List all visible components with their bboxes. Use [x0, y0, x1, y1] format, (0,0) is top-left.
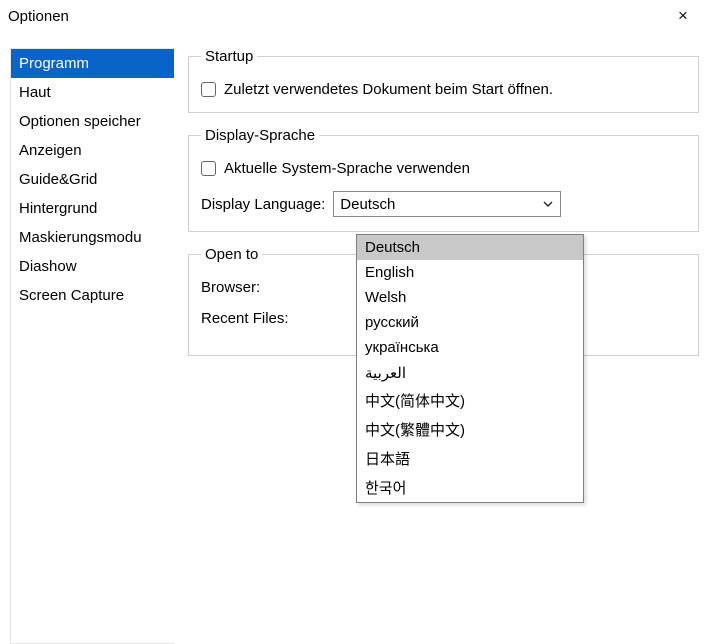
- language-option-chinese-traditional[interactable]: 中文(繁體中文): [357, 415, 583, 444]
- language-option-arabic[interactable]: العربية: [357, 360, 583, 386]
- sidebar-item-label: Diashow: [19, 258, 77, 275]
- use-system-language-checkbox[interactable]: [201, 161, 216, 176]
- language-option-label: 中文(简体中文): [365, 393, 465, 410]
- startup-group: Startup Zuletzt verwendetes Dokument bei…: [188, 48, 699, 113]
- sidebar-item-diashow[interactable]: Diashow: [11, 252, 174, 281]
- language-option-label: русский: [365, 314, 419, 331]
- sidebar-item-anzeigen[interactable]: Anzeigen: [11, 136, 174, 165]
- language-option-deutsch[interactable]: Deutsch: [357, 235, 583, 260]
- sidebar-item-label: Anzeigen: [19, 142, 82, 159]
- sidebar-item-label: Hintergrund: [19, 200, 97, 217]
- language-option-welsh[interactable]: Welsh: [357, 285, 583, 310]
- sidebar-item-guide-grid[interactable]: Guide&Grid: [11, 165, 174, 194]
- sidebar-item-hintergrund[interactable]: Hintergrund: [11, 194, 174, 223]
- language-option-chinese-simplified[interactable]: 中文(简体中文): [357, 386, 583, 415]
- sidebar-item-label: Maskierungsmodu: [19, 229, 142, 246]
- open-to-legend: Open to: [201, 246, 262, 263]
- sidebar-item-label: Screen Capture: [19, 287, 124, 304]
- display-language-selected-value: Deutsch: [340, 196, 542, 213]
- language-option-label: Deutsch: [365, 239, 420, 256]
- open-last-checkbox[interactable]: [201, 82, 216, 97]
- sidebar-item-screen-capture[interactable]: Screen Capture: [11, 281, 174, 310]
- sidebar-item-label: Haut: [19, 84, 51, 101]
- language-option-ukrainian[interactable]: українська: [357, 335, 583, 360]
- language-option-label: العربية: [365, 365, 406, 382]
- startup-legend: Startup: [201, 48, 257, 65]
- sidebar-item-maskierungsmodu[interactable]: Maskierungsmodu: [11, 223, 174, 252]
- chevron-down-icon: [542, 198, 554, 210]
- language-option-english[interactable]: English: [357, 260, 583, 285]
- options-sidebar: Programm Haut Optionen speicher Anzeigen…: [10, 48, 174, 644]
- sidebar-item-label: Guide&Grid: [19, 171, 97, 188]
- display-language-label: Display Language:: [201, 196, 325, 213]
- titlebar: Optionen ×: [0, 0, 709, 32]
- sidebar-item-label: Programm: [19, 55, 89, 72]
- window-title: Optionen: [8, 8, 663, 25]
- display-language-group: Display-Sprache Aktuelle System-Sprache …: [188, 127, 699, 232]
- open-last-row: Zuletzt verwendetes Dokument beim Start …: [201, 81, 686, 98]
- language-option-label: 한국어: [365, 480, 406, 497]
- close-icon[interactable]: ×: [663, 6, 703, 26]
- use-system-language-label: Aktuelle System-Sprache verwenden: [224, 160, 470, 177]
- language-option-label: English: [365, 264, 414, 281]
- sidebar-item-haut[interactable]: Haut: [11, 78, 174, 107]
- display-language-dropdown[interactable]: Deutsch English Welsh русский українська…: [356, 234, 584, 503]
- display-language-combobox[interactable]: Deutsch: [333, 191, 561, 217]
- language-option-label: Welsh: [365, 289, 406, 306]
- language-option-russian[interactable]: русский: [357, 310, 583, 335]
- sidebar-item-optionen-speicher[interactable]: Optionen speicher: [11, 107, 174, 136]
- language-option-japanese[interactable]: 日本語: [357, 444, 583, 473]
- display-language-row: Display Language: Deutsch: [201, 191, 686, 217]
- use-system-row: Aktuelle System-Sprache verwenden: [201, 160, 686, 177]
- language-option-korean[interactable]: 한국어: [357, 473, 583, 502]
- language-option-label: 中文(繁體中文): [365, 422, 465, 439]
- language-option-label: українська: [365, 339, 439, 356]
- open-last-label: Zuletzt verwendetes Dokument beim Start …: [224, 81, 553, 98]
- sidebar-item-programm[interactable]: Programm: [11, 49, 174, 78]
- sidebar-item-label: Optionen speicher: [19, 113, 141, 130]
- language-option-label: 日本語: [365, 451, 410, 468]
- dialog-body: Programm Haut Optionen speicher Anzeigen…: [0, 32, 709, 644]
- display-language-legend: Display-Sprache: [201, 127, 319, 144]
